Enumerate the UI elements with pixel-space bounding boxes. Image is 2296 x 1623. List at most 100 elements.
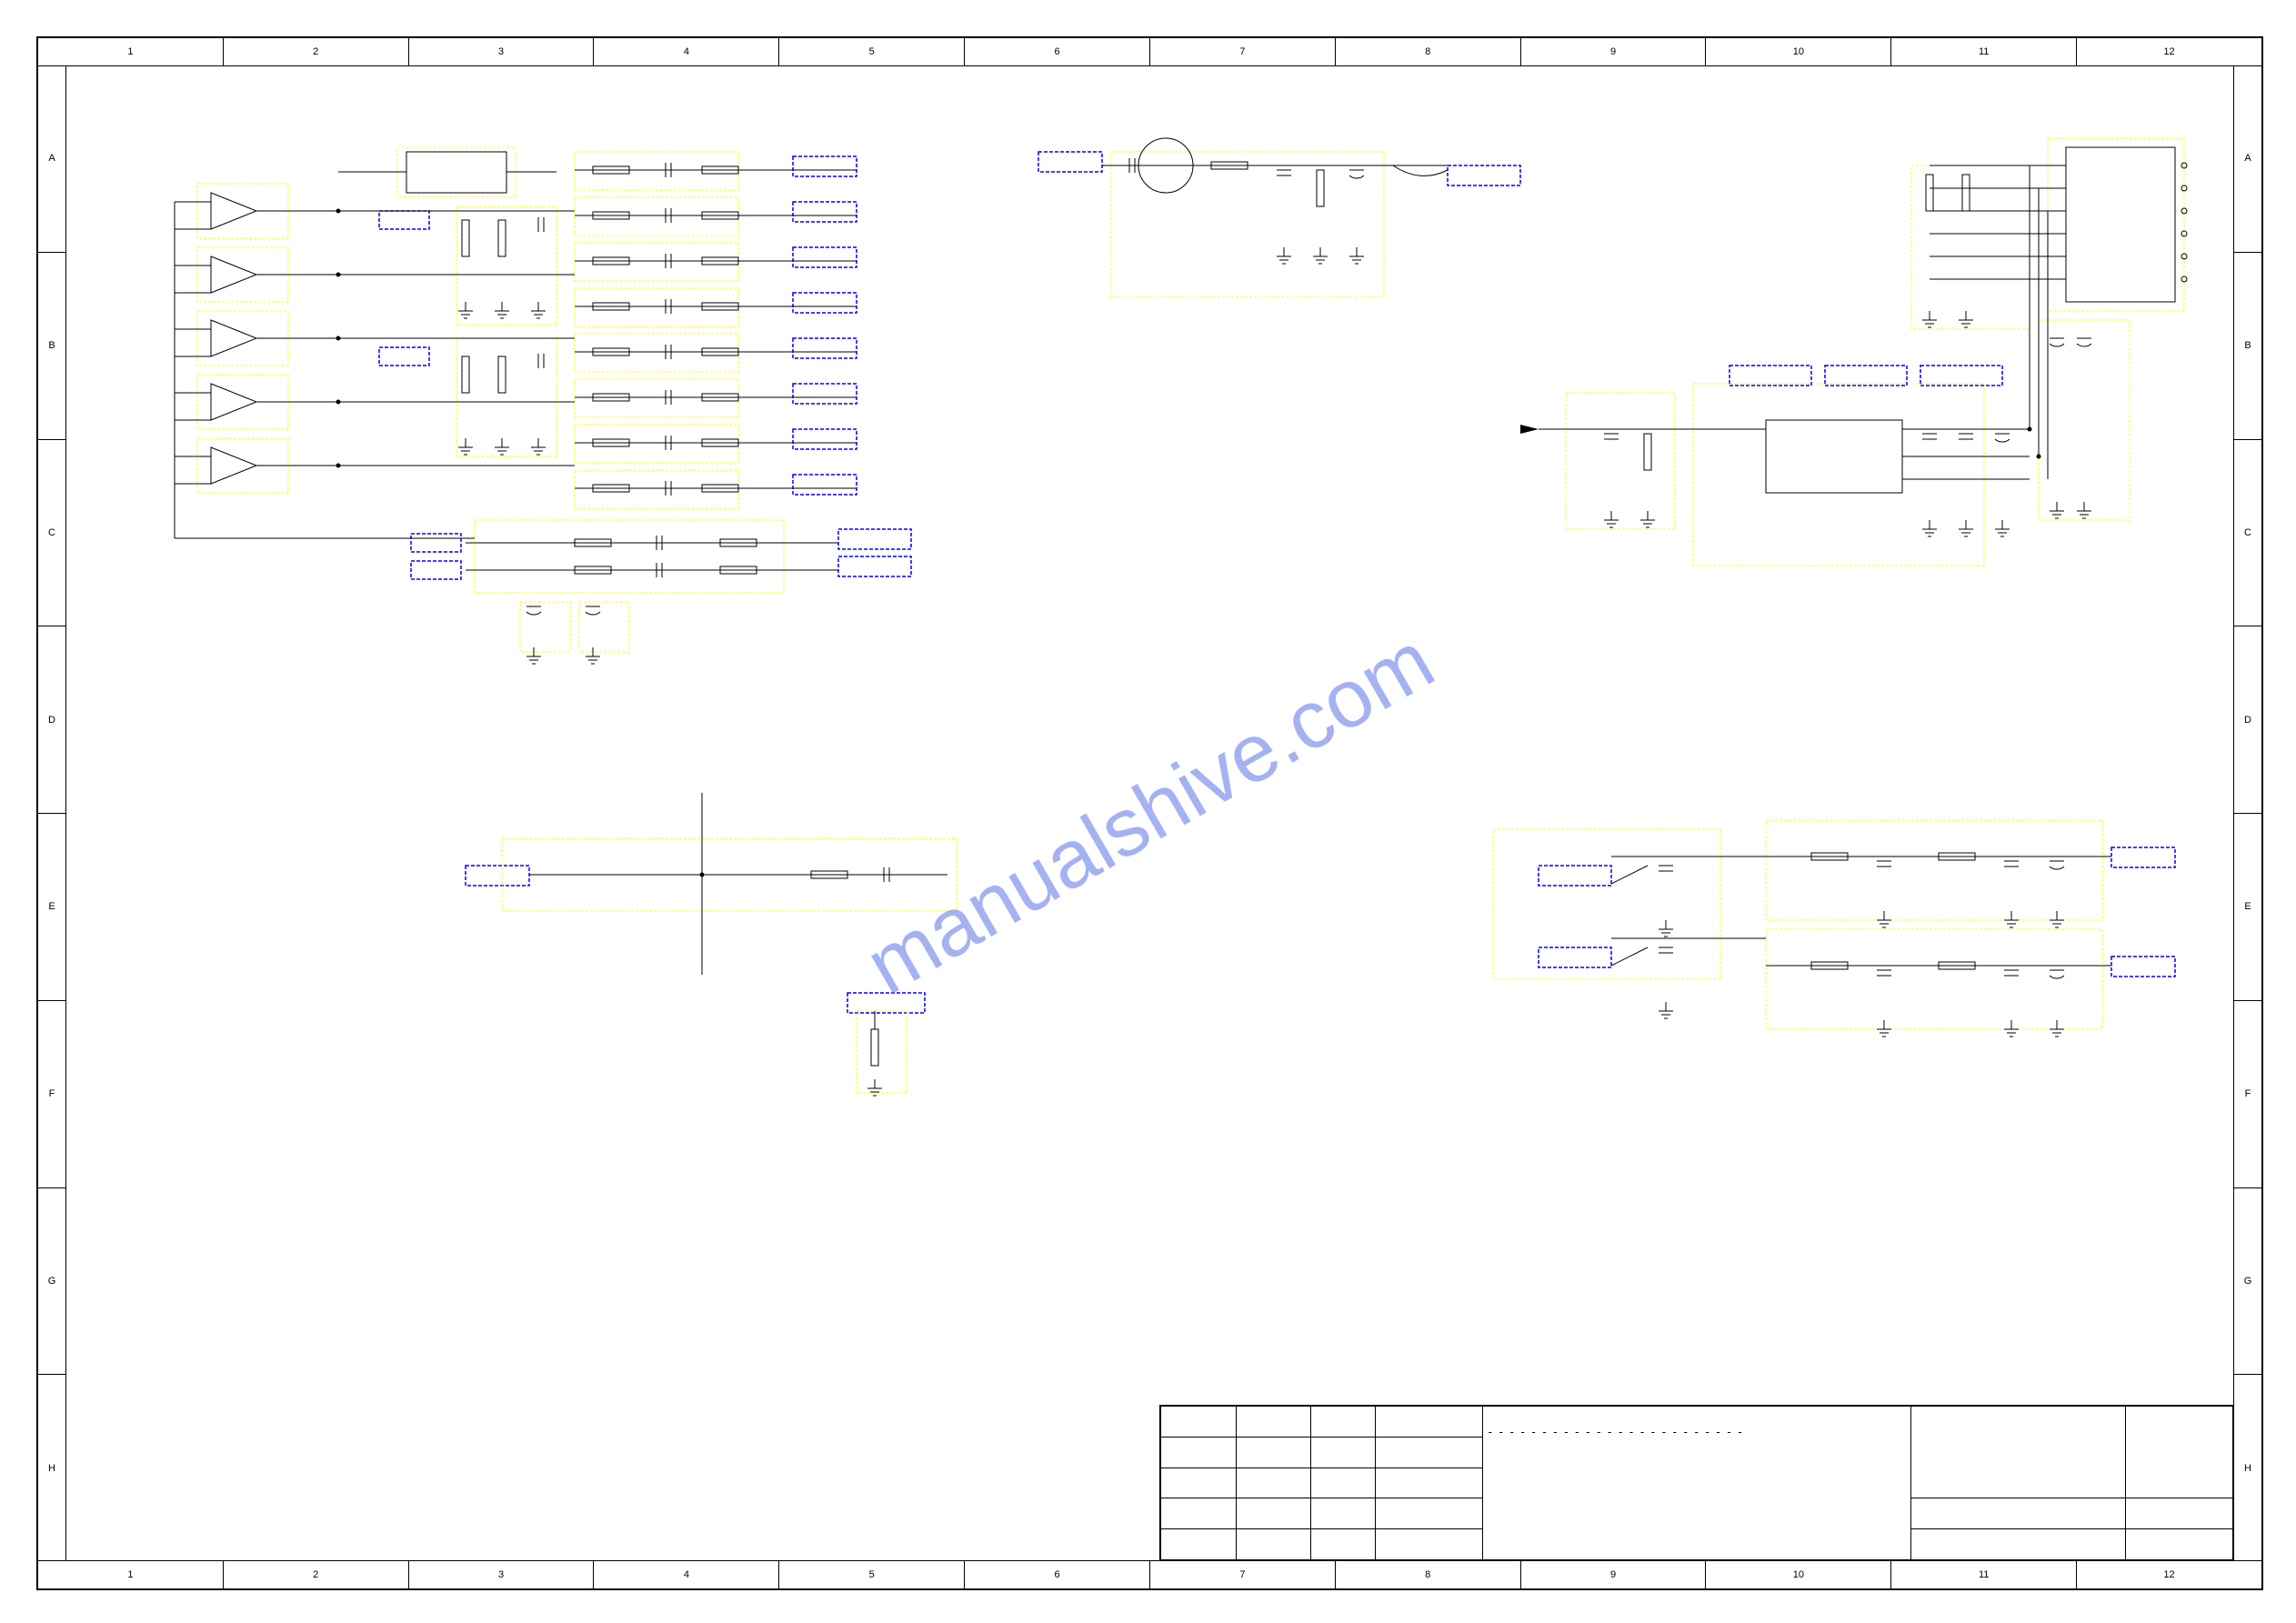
row-label: D bbox=[38, 626, 65, 813]
row-label: F bbox=[38, 1000, 65, 1187]
row-label: C bbox=[2234, 439, 2261, 626]
cluster-cl-netout-6 bbox=[793, 384, 857, 404]
title-block-table: - - - - - - - - - - - - - - - - - - - - … bbox=[1160, 1406, 2233, 1560]
col-label: 5 bbox=[778, 38, 964, 65]
cluster-cl-lo-net-out-b bbox=[838, 556, 911, 576]
cluster-cl-drop bbox=[857, 1011, 907, 1093]
col-label: 6 bbox=[964, 38, 1149, 65]
col-label: 10 bbox=[1705, 38, 1890, 65]
col-label: 3 bbox=[408, 1561, 594, 1588]
cluster-cl-netout-3 bbox=[793, 247, 857, 267]
cluster-cl-lo-stage bbox=[475, 520, 784, 593]
switch-block bbox=[1611, 857, 1766, 1018]
lo-stage bbox=[466, 536, 838, 664]
cluster-cl-conn-caps bbox=[2039, 320, 2130, 520]
rc-row-3 bbox=[575, 299, 857, 314]
schematic-canvas: manualshive.com bbox=[65, 65, 2234, 1561]
drop-resistor bbox=[867, 1011, 882, 1096]
title-block: - - - - - - - - - - - - - - - - - - - - … bbox=[1159, 1405, 2234, 1561]
cluster-cl-rc-7 bbox=[575, 425, 738, 463]
connector-block bbox=[1922, 147, 2187, 518]
cluster-cl-mid-stage bbox=[1111, 152, 1384, 297]
cluster-cl-reg-net-b bbox=[1825, 366, 1907, 386]
cluster-cl-netout-4 bbox=[793, 293, 857, 313]
ruler-left: A B C D E F G H bbox=[38, 65, 66, 1561]
cluster-cl-rc-5 bbox=[575, 334, 738, 372]
ic-top bbox=[406, 152, 506, 193]
cluster-cl-fil-b bbox=[456, 338, 556, 456]
row-label: F bbox=[2234, 1000, 2261, 1187]
drawing-sheet: 1 2 3 4 5 6 7 8 9 10 11 12 1 2 3 4 5 6 7… bbox=[36, 36, 2263, 1590]
output-channel-b bbox=[1766, 962, 2111, 1037]
output-channel-a bbox=[1766, 853, 2111, 927]
cluster-cl-sw bbox=[1493, 829, 1720, 979]
col-label: 2 bbox=[223, 38, 408, 65]
filter-stack-b bbox=[458, 354, 546, 455]
cluster-cl-ic-top bbox=[397, 147, 516, 197]
rc-rows bbox=[575, 163, 857, 496]
rc-row-6 bbox=[575, 436, 857, 450]
row-label: B bbox=[38, 252, 65, 439]
cluster-cl-drop-net bbox=[847, 993, 925, 1013]
cluster-cl-conn-ic bbox=[1911, 165, 2030, 329]
mid-stage bbox=[1102, 138, 1448, 264]
row-label: E bbox=[38, 813, 65, 1000]
regulator-block bbox=[1520, 420, 2030, 536]
row-label: H bbox=[2234, 1374, 2261, 1561]
cluster-cl-reg-net-a bbox=[1730, 366, 1811, 386]
col-label: 7 bbox=[1149, 1561, 1335, 1588]
row-label: G bbox=[2234, 1187, 2261, 1375]
col-label: 9 bbox=[1520, 1561, 1706, 1588]
col-label: 4 bbox=[593, 38, 778, 65]
rc-row-1 bbox=[575, 208, 857, 223]
cluster-cl-net-2 bbox=[379, 347, 429, 366]
cluster-cl-out-net-b bbox=[2111, 957, 2175, 977]
cluster-cl-reg-l bbox=[1566, 393, 1675, 529]
rc-row-7 bbox=[575, 481, 857, 496]
cluster-cl-out-b bbox=[1766, 929, 2102, 1029]
cluster-cl-net-sw-a bbox=[1539, 866, 1611, 886]
col-label: 7 bbox=[1149, 38, 1335, 65]
cluster-cl-netout-2 bbox=[793, 202, 857, 222]
cluster-cl-rc-3 bbox=[575, 243, 738, 281]
col-label: 5 bbox=[778, 1561, 964, 1588]
cluster-cl-rc-8 bbox=[575, 470, 738, 508]
cluster-cl-rc-2 bbox=[575, 197, 738, 235]
cluster-cl-net-1 bbox=[379, 211, 429, 229]
cluster-cl-fil-a bbox=[456, 206, 556, 325]
cluster-cl-out-net-a bbox=[2111, 847, 2175, 867]
rc-row-0 bbox=[575, 163, 857, 177]
ruler-top: 1 2 3 4 5 6 7 8 9 10 11 12 bbox=[38, 38, 2261, 66]
col-label: 1 bbox=[38, 38, 223, 65]
row-label: H bbox=[38, 1374, 65, 1561]
col-label: 3 bbox=[408, 38, 594, 65]
cluster-cl-rc-6 bbox=[575, 379, 738, 417]
row-label: A bbox=[38, 65, 65, 252]
col-label: 11 bbox=[1890, 1561, 2076, 1588]
rc-row-4 bbox=[575, 345, 857, 359]
row-label: B bbox=[2234, 252, 2261, 439]
col-label: 2 bbox=[223, 1561, 408, 1588]
row-label: D bbox=[2234, 626, 2261, 813]
cluster-cl-netmid-in bbox=[1038, 152, 1102, 172]
col-label: 11 bbox=[1890, 38, 2076, 65]
cluster-cl-netout-5 bbox=[793, 338, 857, 358]
cluster-cl-lo-net-out-a bbox=[838, 529, 911, 549]
amp-bank bbox=[175, 193, 575, 538]
rc-row-5 bbox=[575, 390, 857, 405]
cluster-cl-netout-7 bbox=[793, 429, 857, 449]
cluster-cl-rc-1 bbox=[575, 152, 738, 190]
schematic-svg bbox=[65, 65, 2234, 1561]
filter-stack-a bbox=[458, 217, 546, 318]
cluster-cl-netout-8 bbox=[793, 475, 857, 495]
col-label: 6 bbox=[964, 1561, 1149, 1588]
cluster-cl-mid-out bbox=[1448, 165, 1520, 185]
row-label: C bbox=[38, 439, 65, 626]
ruler-right: A B C D E F G H bbox=[2233, 65, 2261, 1561]
row-label: G bbox=[38, 1187, 65, 1375]
single-rc bbox=[529, 793, 947, 975]
row-label: E bbox=[2234, 813, 2261, 1000]
cluster-cl-net-lo-b bbox=[411, 561, 461, 579]
ruler-bottom: 1 2 3 4 5 6 7 8 9 10 11 12 bbox=[38, 1560, 2261, 1588]
col-label: 10 bbox=[1705, 1561, 1890, 1588]
